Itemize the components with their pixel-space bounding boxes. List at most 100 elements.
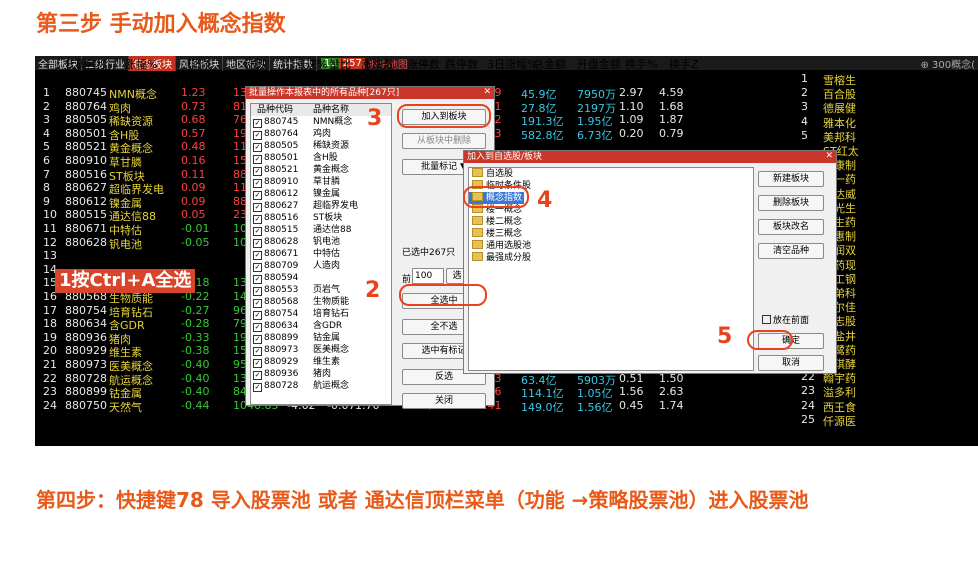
batch-list-item[interactable]: ✓ 880973 医美概念 bbox=[251, 344, 391, 356]
header-5[interactable]: 涨速% bbox=[295, 56, 327, 72]
item-code: 880634 bbox=[264, 321, 299, 331]
checkbox[interactable]: ✓ bbox=[253, 167, 262, 176]
checkbox[interactable]: ✓ bbox=[253, 299, 262, 308]
add-dialog-caption: 加入到自选股/板块 bbox=[464, 151, 836, 163]
header-3[interactable]: 现价 bbox=[187, 56, 209, 72]
checkbox[interactable]: ✓ bbox=[253, 311, 262, 320]
checkbox[interactable]: ✓ bbox=[253, 119, 262, 128]
checkbox[interactable]: ✓ bbox=[253, 227, 262, 236]
checkbox[interactable]: ✓ bbox=[253, 203, 262, 212]
folder-icon bbox=[472, 252, 483, 261]
item-code: 880899 bbox=[264, 333, 299, 343]
checkbox[interactable]: ✓ bbox=[253, 383, 262, 392]
batch-list-item[interactable]: ✓ 880709 人造肉 bbox=[251, 260, 391, 272]
side-index: 2 bbox=[801, 86, 808, 100]
header-4[interactable]: 涨跌 bbox=[245, 56, 267, 72]
checkbox[interactable]: ✓ bbox=[253, 143, 262, 152]
side-title: ⊕ 300概念( bbox=[920, 59, 975, 71]
checkbox[interactable]: ✓ bbox=[253, 191, 262, 200]
checkbox[interactable]: ✓ bbox=[253, 131, 262, 140]
batch-list-item[interactable]: ✓ 880728 航运概念 bbox=[251, 380, 391, 392]
side-index: 23 bbox=[801, 384, 815, 398]
batch-list-item[interactable]: ✓ 880628 钒电池 bbox=[251, 236, 391, 248]
tdx-screenshot: 全部板块 二级行业 概念板块 风格板块 地区板块 统计指数 10 257 板块地… bbox=[35, 56, 978, 446]
block-folder-item[interactable]: 通用选股池 bbox=[469, 240, 753, 252]
cell-1: 880754 bbox=[65, 303, 107, 317]
front-count-input[interactable]: 100 bbox=[412, 268, 444, 284]
new-block-button[interactable]: 新建板块 bbox=[758, 171, 824, 187]
header-6[interactable]: 量比 bbox=[329, 56, 351, 72]
cell-13: 0.45 bbox=[619, 398, 644, 412]
cancel-button[interactable]: 取消 bbox=[758, 355, 824, 371]
batch-list-item[interactable]: ✓ 880929 维生素 bbox=[251, 356, 391, 368]
remove-from-block-button[interactable]: 从板块中删除 bbox=[402, 133, 486, 149]
folder-icon bbox=[472, 240, 483, 249]
checkbox[interactable]: ✓ bbox=[253, 179, 262, 188]
side-index: 5 bbox=[801, 128, 808, 142]
header-11[interactable]: 总金额 bbox=[533, 56, 566, 72]
batch-list-item[interactable]: ✓ 880521 黄金概念 bbox=[251, 164, 391, 176]
batch-list-item[interactable]: ✓ 880634 含GDR bbox=[251, 320, 391, 332]
clear-items-button[interactable]: 清空品种 bbox=[758, 243, 824, 259]
close-icon[interactable]: ✕ bbox=[483, 87, 491, 97]
checkbox[interactable]: ✓ bbox=[253, 287, 262, 296]
header-1[interactable]: 名称 bbox=[85, 56, 107, 72]
cell-0: 4 bbox=[43, 126, 50, 140]
put-front-checkbox[interactable]: 放在前面 bbox=[760, 313, 809, 326]
checkbox[interactable]: ✓ bbox=[253, 347, 262, 356]
header-12[interactable]: 开盘金额 bbox=[577, 56, 621, 72]
folder-icon bbox=[472, 228, 483, 237]
delete-block-button[interactable]: 删除板块 bbox=[758, 195, 824, 211]
block-folder-item[interactable]: 自选股 bbox=[469, 168, 753, 180]
item-code: 880929 bbox=[264, 357, 299, 367]
checkbox[interactable]: ✓ bbox=[253, 155, 262, 164]
batch-list-item[interactable]: ✓ 880899 钴金属 bbox=[251, 332, 391, 344]
header-9[interactable]: 跌停数 bbox=[445, 56, 478, 72]
header-2[interactable]: 涨幅% bbox=[125, 56, 157, 72]
batch-list-item[interactable]: ✓ 880516 ST板块 bbox=[251, 212, 391, 224]
block-folder-item[interactable]: 最强成分股 bbox=[469, 252, 753, 264]
batch-list-item[interactable]: ✓ 880754 培育钻石 bbox=[251, 308, 391, 320]
batch-list-item[interactable]: ✓ 880501 含H股 bbox=[251, 152, 391, 164]
cell-1: 880505 bbox=[65, 113, 107, 127]
checkbox[interactable]: ✓ bbox=[253, 359, 262, 368]
cell-3: 0.68 bbox=[181, 113, 206, 127]
checkbox[interactable]: ✓ bbox=[253, 251, 262, 260]
item-code: 880568 bbox=[264, 297, 299, 307]
cell-1: 880634 bbox=[65, 317, 107, 331]
step-3-ring bbox=[397, 104, 491, 128]
header-14[interactable]: 换手Z bbox=[669, 56, 699, 72]
close-icon[interactable]: ✕ bbox=[825, 151, 833, 161]
batch-list-item[interactable]: ✓ 880612 镍金属 bbox=[251, 188, 391, 200]
header-7[interactable]: 涨跌数 bbox=[361, 56, 394, 72]
checkbox[interactable]: ✓ bbox=[253, 239, 262, 248]
block-folder-item[interactable]: 楼二概念 bbox=[469, 216, 753, 228]
batch-list-item[interactable]: ✓ 880505 稀缺资源 bbox=[251, 140, 391, 152]
checkbox[interactable]: ✓ bbox=[253, 263, 262, 272]
close-button[interactable]: 关闭 bbox=[402, 393, 486, 409]
checkbox[interactable]: ✓ bbox=[253, 215, 262, 224]
cell-1: 880745 bbox=[65, 86, 107, 99]
checkbox[interactable]: ✓ bbox=[253, 371, 262, 380]
cell-0: 23 bbox=[43, 385, 57, 399]
batch-item-list[interactable]: 品种代码 品种名称 ✓ 880745 NMN概念 ✓ 880764 鸡肉 ✓ 880505 稀缺… bbox=[250, 103, 392, 405]
cell-3: 0.48 bbox=[181, 140, 206, 154]
header-8[interactable]: 涨停数 bbox=[407, 56, 440, 72]
header-13[interactable]: 换手% bbox=[625, 56, 657, 72]
batch-list-item[interactable]: ✓ 880936 猪肉 bbox=[251, 368, 391, 380]
cell-3: 0.11 bbox=[181, 167, 206, 181]
block-folder-item[interactable]: 楼三概念 bbox=[469, 228, 753, 240]
header-0[interactable]: 代码 bbox=[65, 56, 87, 72]
batch-list-item[interactable]: ✓ 880515 通达信88 bbox=[251, 224, 391, 236]
batch-list-item[interactable]: ✓ 880671 中特估 bbox=[251, 248, 391, 260]
rename-block-button[interactable]: 板块改名 bbox=[758, 219, 824, 235]
checkbox[interactable]: ✓ bbox=[253, 275, 262, 284]
batch-list-item[interactable]: ✓ 880627 超临界发电 bbox=[251, 200, 391, 212]
batch-list-item[interactable]: ✓ 880910 草甘膦 bbox=[251, 176, 391, 188]
checkbox[interactable]: ✓ bbox=[253, 323, 262, 332]
checkbox[interactable]: ✓ bbox=[253, 335, 262, 344]
header-10[interactable]: 3日涨幅% bbox=[487, 56, 537, 72]
item-code: 880745 bbox=[264, 117, 299, 127]
col-code-header: 品种代码 bbox=[257, 105, 294, 115]
cell-3: -0.40 bbox=[181, 358, 210, 371]
